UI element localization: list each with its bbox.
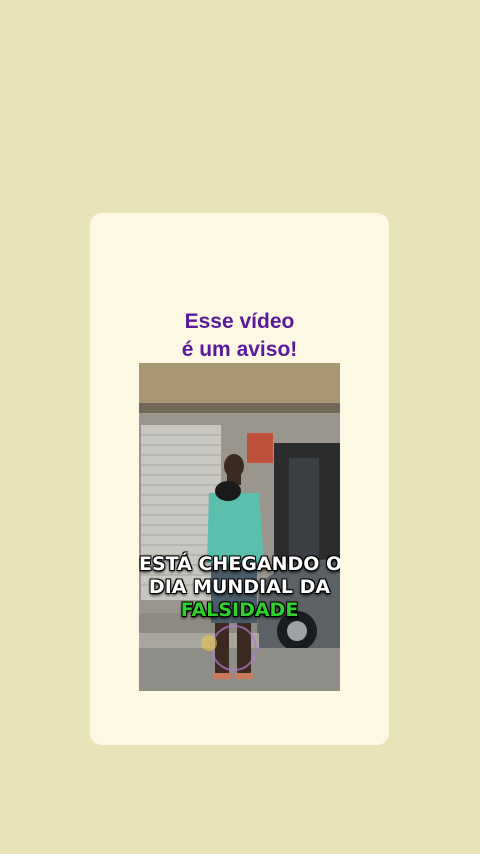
page: Esse vídeo é um aviso! ESTÁ CHEGANDO O D… xyxy=(0,0,480,854)
post-caption: Esse vídeo é um aviso! xyxy=(90,308,389,364)
caption-line-2: é um aviso! xyxy=(181,338,298,361)
subtitle-line-2: DIA MUNDIAL DA xyxy=(148,576,331,598)
subtitle-highlight: FALSIDADE xyxy=(180,599,299,621)
video-subtitle: ESTÁ CHEGANDO O DIA MUNDIAL DA FALSIDADE xyxy=(139,553,340,622)
video-player[interactable]: ESTÁ CHEGANDO O DIA MUNDIAL DA FALSIDADE xyxy=(139,363,340,691)
video-frame xyxy=(139,363,340,691)
caption-line-1: Esse vídeo xyxy=(184,310,295,333)
post-card: Esse vídeo é um aviso! ESTÁ CHEGANDO O D… xyxy=(90,213,389,745)
subtitle-line-1: ESTÁ CHEGANDO O xyxy=(139,553,340,575)
